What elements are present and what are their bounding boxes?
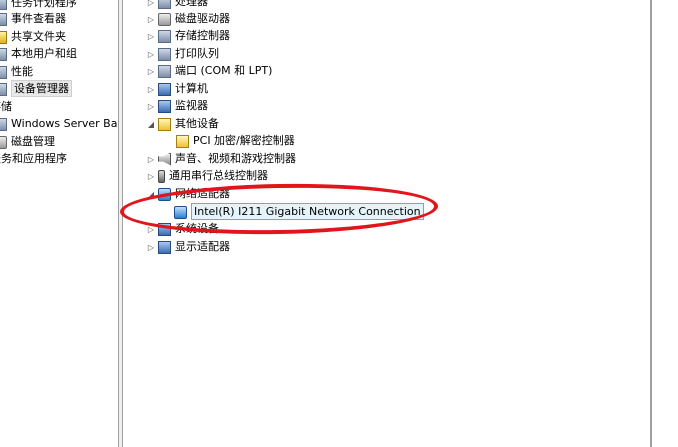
disk-management-icon (0, 135, 7, 149)
users-icon (0, 47, 7, 61)
printer-icon (158, 47, 171, 61)
pane-splitter[interactable] (118, 0, 123, 447)
tree-item-disk-drives[interactable]: ▷ 磁盘驱动器 (146, 10, 230, 27)
storage-controller-icon (158, 29, 171, 43)
expand-arrow-icon[interactable]: ▷ (146, 168, 156, 185)
nav-item-event-viewer[interactable]: 事件查看器 (0, 10, 66, 27)
tree-item-pci-controller[interactable]: PCI 加密/解密控制器 (176, 132, 295, 149)
collapse-arrow-icon[interactable]: ◢ (146, 116, 156, 133)
device-manager-icon (0, 82, 7, 96)
tree-item-display-adapters[interactable]: ▷ 显示适配器 (146, 238, 230, 255)
tree-item-storage-controllers[interactable]: ▷ 存储控制器 (146, 27, 230, 44)
nav-item-storage[interactable]: 存储 (0, 98, 12, 115)
nav-item-windows-server-backup[interactable]: Windows Server Back (0, 115, 118, 132)
tree-item-ports[interactable]: ▷ 端口 (COM 和 LPT) (146, 62, 272, 79)
nav-item-local-users[interactable]: 本地用户和组 (0, 45, 77, 62)
computer-icon (158, 82, 171, 96)
usb-icon (158, 169, 165, 183)
expand-arrow-icon[interactable]: ▷ (146, 239, 156, 256)
tree-item-processors[interactable]: ▷ 处理器 (146, 0, 208, 10)
nav-item-disk-management[interactable]: 磁盘管理 (0, 133, 55, 150)
nav-item-shared-folders[interactable]: 共享文件夹 (0, 28, 66, 45)
tree-item-other-devices[interactable]: ◢ 其他设备 (146, 115, 219, 132)
nav-item-performance[interactable]: 性能 (0, 63, 33, 80)
tree-item-monitors[interactable]: ▷ 监视器 (146, 97, 208, 114)
shared-folder-icon (0, 30, 7, 44)
display-adapter-icon (158, 240, 171, 254)
processor-icon (158, 0, 171, 9)
nav-item-device-manager[interactable]: 设备管理器 (0, 80, 72, 97)
tree-item-computer[interactable]: ▷ 计算机 (146, 80, 208, 97)
expand-arrow-icon[interactable]: ▷ (146, 98, 156, 115)
navigation-tree: 任务计划程序 事件查看器 共享文件夹 本地用户和组 性能 设备管理器 存储 Wi… (0, 0, 118, 447)
expand-arrow-icon[interactable]: ▷ (146, 63, 156, 80)
warning-device-icon (176, 134, 189, 148)
task-scheduler-icon (0, 0, 7, 10)
expand-arrow-icon[interactable]: ▷ (146, 28, 156, 45)
tree-item-usb-controllers[interactable]: ▷ 通用串行总线控制器 (146, 167, 268, 184)
expand-arrow-icon[interactable]: ▷ (146, 46, 156, 63)
other-devices-icon (158, 117, 171, 131)
expand-arrow-icon[interactable]: ▷ (146, 151, 156, 168)
expand-arrow-icon[interactable]: ▷ (146, 81, 156, 98)
event-viewer-icon (0, 12, 7, 26)
expand-arrow-icon[interactable]: ▷ (146, 11, 156, 28)
expand-arrow-icon[interactable]: ▷ (146, 0, 156, 11)
window-border (650, 0, 652, 447)
sound-icon (158, 152, 171, 166)
nav-item-services-apps[interactable]: 服务和应用程序 (0, 150, 67, 167)
performance-icon (0, 65, 7, 79)
backup-icon (0, 117, 7, 131)
disk-drive-icon (158, 12, 171, 26)
tree-item-print-queues[interactable]: ▷ 打印队列 (146, 45, 219, 62)
port-icon (158, 64, 171, 78)
monitor-icon (158, 99, 171, 113)
tree-item-sound-video[interactable]: ▷ 声音、视频和游戏控制器 (146, 150, 296, 167)
